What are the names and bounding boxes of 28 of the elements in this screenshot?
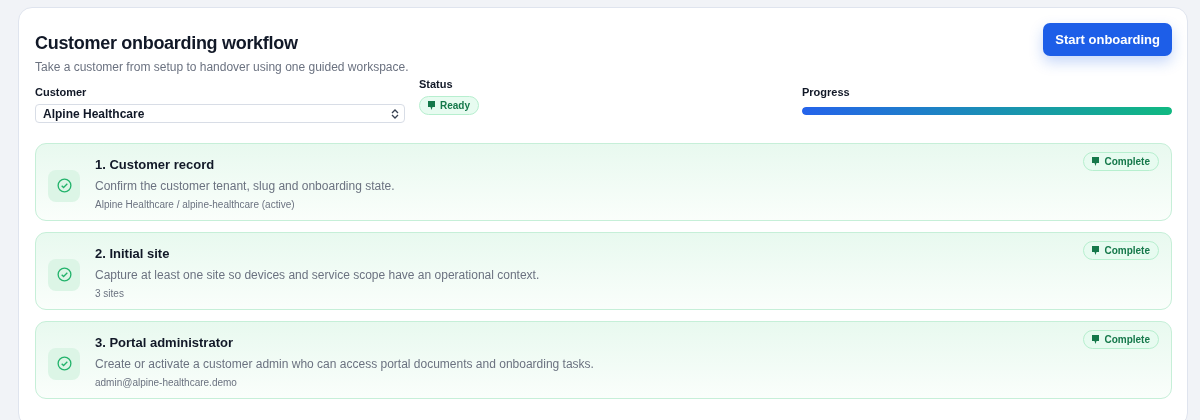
check-circle-icon bbox=[56, 178, 72, 193]
step-description: Create or activate a customer admin who can access portal documents and onboarding tasks. bbox=[95, 357, 595, 371]
step-title: 3. Portal administrator bbox=[95, 335, 234, 350]
step-description: Capture at least one site so devices and service scope have an operational context. bbox=[95, 268, 541, 282]
page-subtitle: Take a customer from setup to handover using one guided workspace. bbox=[35, 60, 409, 74]
status-badge: Complete bbox=[1083, 330, 1159, 349]
bookmark-icon bbox=[1092, 335, 1100, 344]
status-badge: Complete bbox=[1083, 241, 1159, 260]
step-description: Confirm the customer tenant, slug and onboarding state. bbox=[95, 179, 396, 193]
page-title: Customer onboarding workflow bbox=[35, 33, 299, 54]
step-title: 2. Initial site bbox=[95, 246, 171, 261]
field-label: Progress bbox=[802, 86, 851, 98]
customer-select[interactable]: Alpine Healthcare bbox=[35, 104, 405, 123]
status-badge: Complete bbox=[1083, 152, 1159, 171]
bookmark-icon bbox=[1092, 157, 1100, 166]
status-badge: Ready bbox=[419, 96, 479, 115]
step-title: 1. Customer record bbox=[95, 157, 216, 172]
field-label: Status bbox=[419, 78, 454, 90]
bookmark-icon bbox=[428, 101, 435, 110]
field-label: Customer bbox=[35, 86, 88, 98]
check-circle-icon bbox=[56, 356, 72, 371]
step-detail: 3 sites bbox=[95, 288, 125, 299]
check-circle-icon bbox=[56, 267, 72, 282]
bookmark-icon bbox=[1092, 246, 1100, 255]
chevron-updown-icon bbox=[391, 108, 399, 119]
start-onboarding-button[interactable]: Start onboarding bbox=[1043, 23, 1172, 56]
step-detail: Alpine Healthcare / alpine-healthcare (active) bbox=[95, 199, 296, 210]
step-detail: admin@alpine-healthcare.demo bbox=[95, 377, 238, 388]
